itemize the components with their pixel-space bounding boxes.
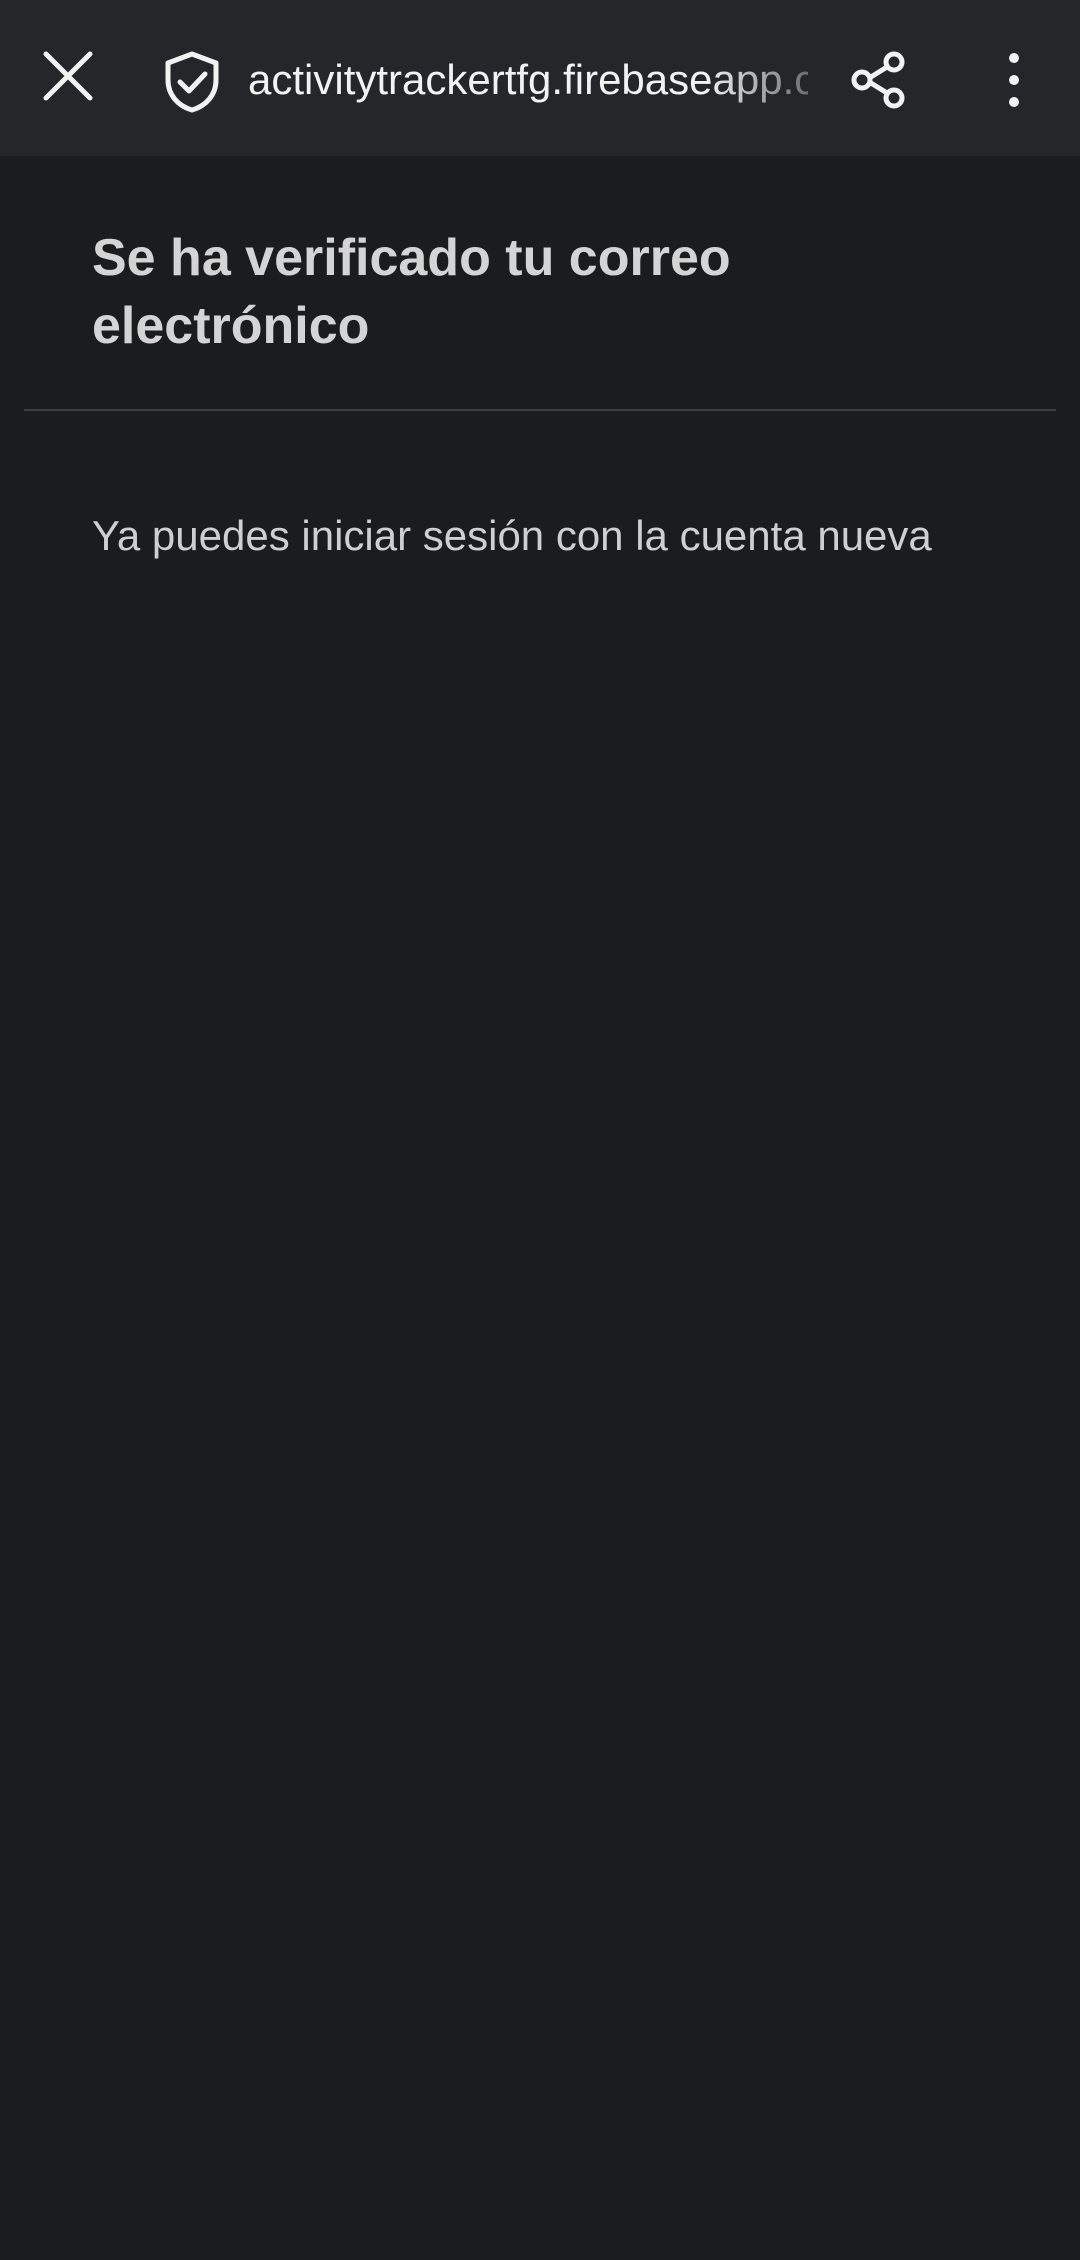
more-vert-icon bbox=[1009, 53, 1019, 107]
shield-check-icon bbox=[165, 51, 219, 113]
close-button[interactable] bbox=[28, 36, 108, 116]
share-icon bbox=[851, 51, 905, 109]
confirmation-message: Ya puedes iniciar sesión con la cuenta n… bbox=[92, 512, 932, 559]
security-indicator[interactable] bbox=[156, 46, 228, 118]
more-options-button[interactable] bbox=[972, 38, 1056, 122]
divider bbox=[24, 409, 1056, 411]
browser-toolbar: activitytrackertfg.firebaseapp.com bbox=[0, 0, 1080, 156]
url-text[interactable]: activitytrackertfg.firebaseapp.com bbox=[248, 52, 808, 108]
share-button[interactable] bbox=[836, 38, 920, 122]
close-icon bbox=[43, 51, 93, 101]
page-title: Se ha verificado tu correo electrónico bbox=[92, 229, 731, 355]
